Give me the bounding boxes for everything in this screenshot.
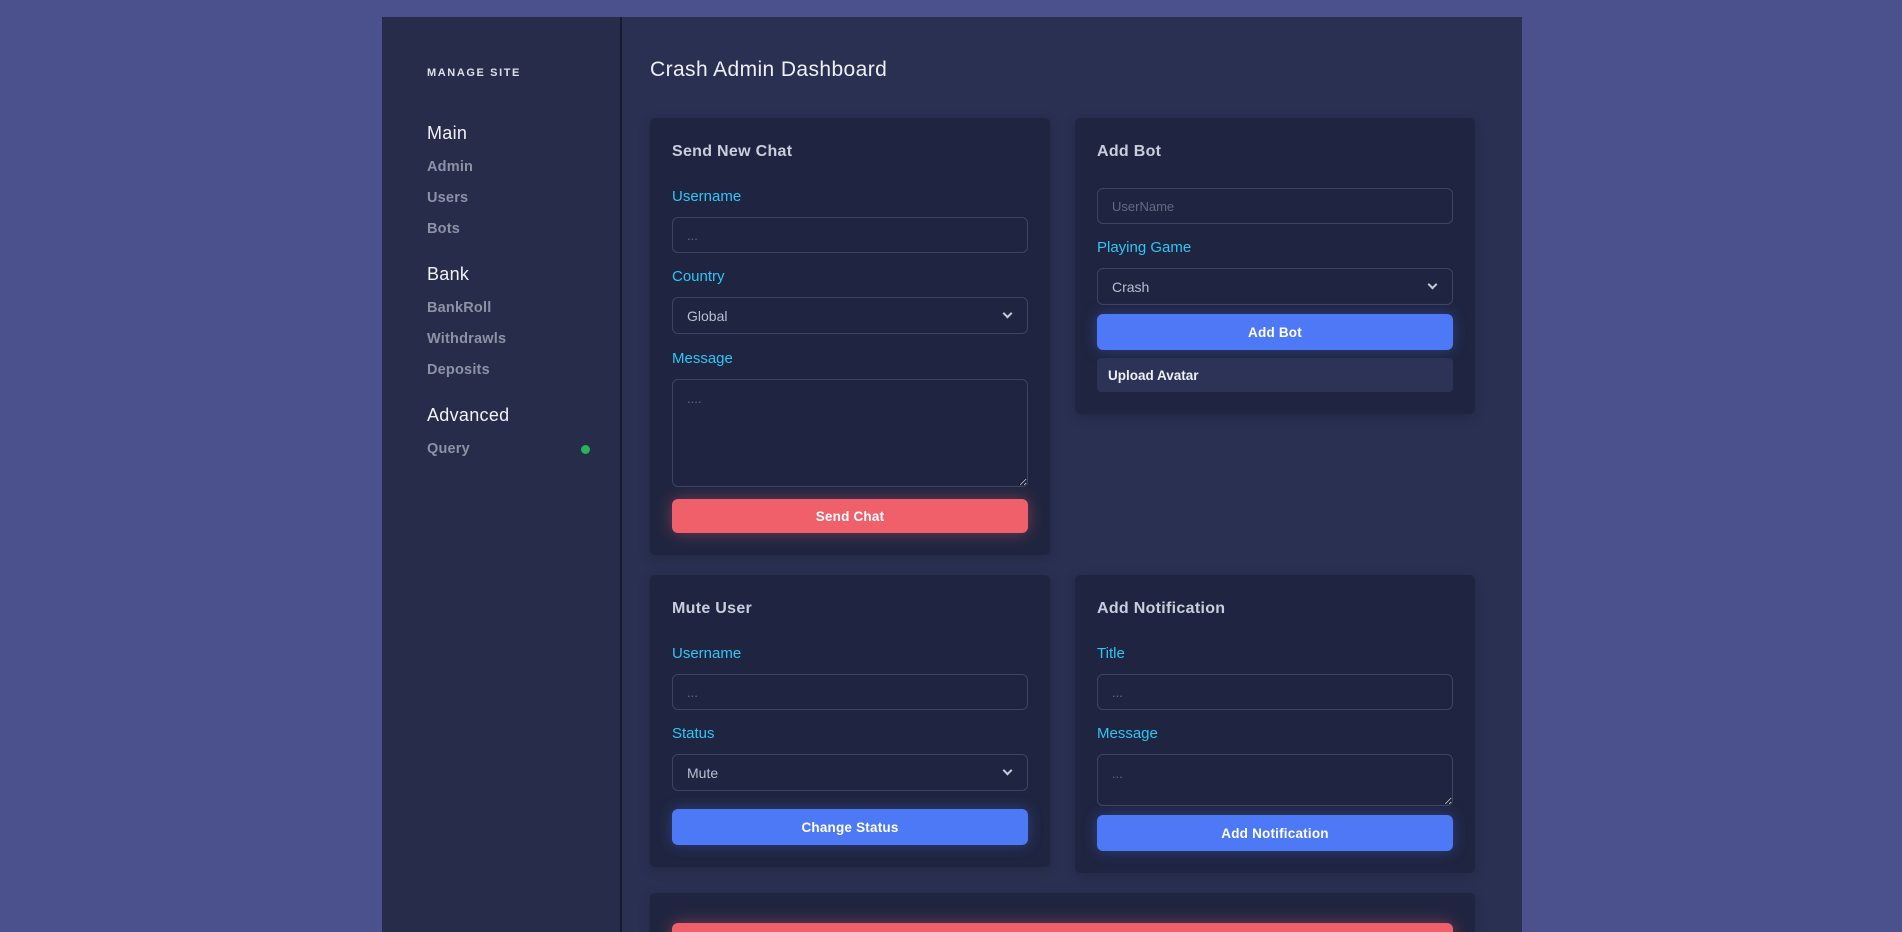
playing-game-label: Playing Game (1097, 239, 1453, 256)
add-notification-button[interactable]: Add Notification (1097, 815, 1453, 851)
send-new-chat-title: Send New Chat (672, 143, 1028, 161)
sidebar-section-advanced: Advanced Query (427, 405, 590, 457)
sidebar-item-bots[interactable]: Bots (427, 221, 590, 237)
cards-grid: Send New Chat Username Country Global Me… (650, 118, 1522, 932)
notification-message-textarea[interactable] (1097, 754, 1453, 806)
sidebar-item-deposits[interactable]: Deposits (427, 362, 590, 378)
playing-game-select[interactable]: Crash (1097, 268, 1453, 305)
add-bot-button[interactable]: Add Bot (1097, 314, 1453, 350)
app-panel: MANAGE SITE Main Admin Users Bots Bank B… (382, 17, 1522, 932)
notification-message-label: Message (1097, 725, 1453, 742)
sidebar-section-title-main: Main (427, 123, 590, 144)
sidebar-item-admin[interactable]: Admin (427, 159, 590, 175)
chat-country-select-wrap: Global (672, 297, 1028, 334)
mute-status-label: Status (672, 725, 1028, 742)
chat-country-label: Country (672, 268, 1028, 285)
sidebar-item-query-label: Query (427, 441, 470, 457)
add-notification-title: Add Notification (1097, 600, 1453, 618)
playing-game-select-wrap: Crash (1097, 268, 1453, 305)
sidebar-item-query[interactable]: Query (427, 441, 590, 457)
chat-message-label: Message (672, 350, 1028, 367)
chat-country-select[interactable]: Global (672, 297, 1028, 334)
upload-avatar-input[interactable]: Upload Avatar (1097, 358, 1453, 392)
notification-title-label: Title (1097, 645, 1453, 662)
mute-status-select-wrap: Mute (672, 754, 1028, 791)
page-title: Crash Admin Dashboard (650, 58, 1522, 82)
sidebar-item-bankroll[interactable]: BankRoll (427, 300, 590, 316)
send-new-chat-card: Send New Chat Username Country Global Me… (650, 118, 1050, 555)
sidebar-item-users[interactable]: Users (427, 190, 590, 206)
mute-user-title: Mute User (672, 600, 1028, 618)
sidebar-section-bank: Bank BankRoll Withdrawls Deposits (427, 264, 590, 378)
chat-username-label: Username (672, 188, 1028, 205)
send-bulk-button[interactable]: Send Bulk (672, 923, 1453, 932)
chat-username-input[interactable] (672, 217, 1028, 253)
mute-user-card: Mute User Username Status Mute Change St… (650, 575, 1050, 867)
mute-username-input[interactable] (672, 674, 1028, 710)
sidebar-item-withdrawls[interactable]: Withdrawls (427, 331, 590, 347)
page-background: MANAGE SITE Main Admin Users Bots Bank B… (0, 0, 1902, 932)
add-bot-card: Add Bot Playing Game Crash Add Bot Uploa… (1075, 118, 1475, 414)
add-notification-card: Add Notification Title Message Add Notif… (1075, 575, 1475, 873)
bot-username-input[interactable] (1097, 188, 1453, 224)
sidebar-section-title-advanced: Advanced (427, 405, 590, 426)
add-bot-title: Add Bot (1097, 143, 1453, 161)
sidebar-section-title-bank: Bank (427, 264, 590, 285)
main-content: Crash Admin Dashboard Send New Chat User… (622, 17, 1522, 932)
sidebar: MANAGE SITE Main Admin Users Bots Bank B… (382, 17, 622, 932)
send-chat-button[interactable]: Send Chat (672, 499, 1028, 533)
send-bulk-card: Send Bulk (650, 893, 1475, 932)
manage-site-label: MANAGE SITE (427, 67, 590, 79)
notification-title-input[interactable] (1097, 674, 1453, 710)
change-status-button[interactable]: Change Status (672, 809, 1028, 845)
chat-message-textarea[interactable] (672, 379, 1028, 487)
sidebar-section-main: Main Admin Users Bots (427, 123, 590, 237)
online-status-dot-icon (581, 445, 590, 454)
mute-status-select[interactable]: Mute (672, 754, 1028, 791)
mute-username-label: Username (672, 645, 1028, 662)
